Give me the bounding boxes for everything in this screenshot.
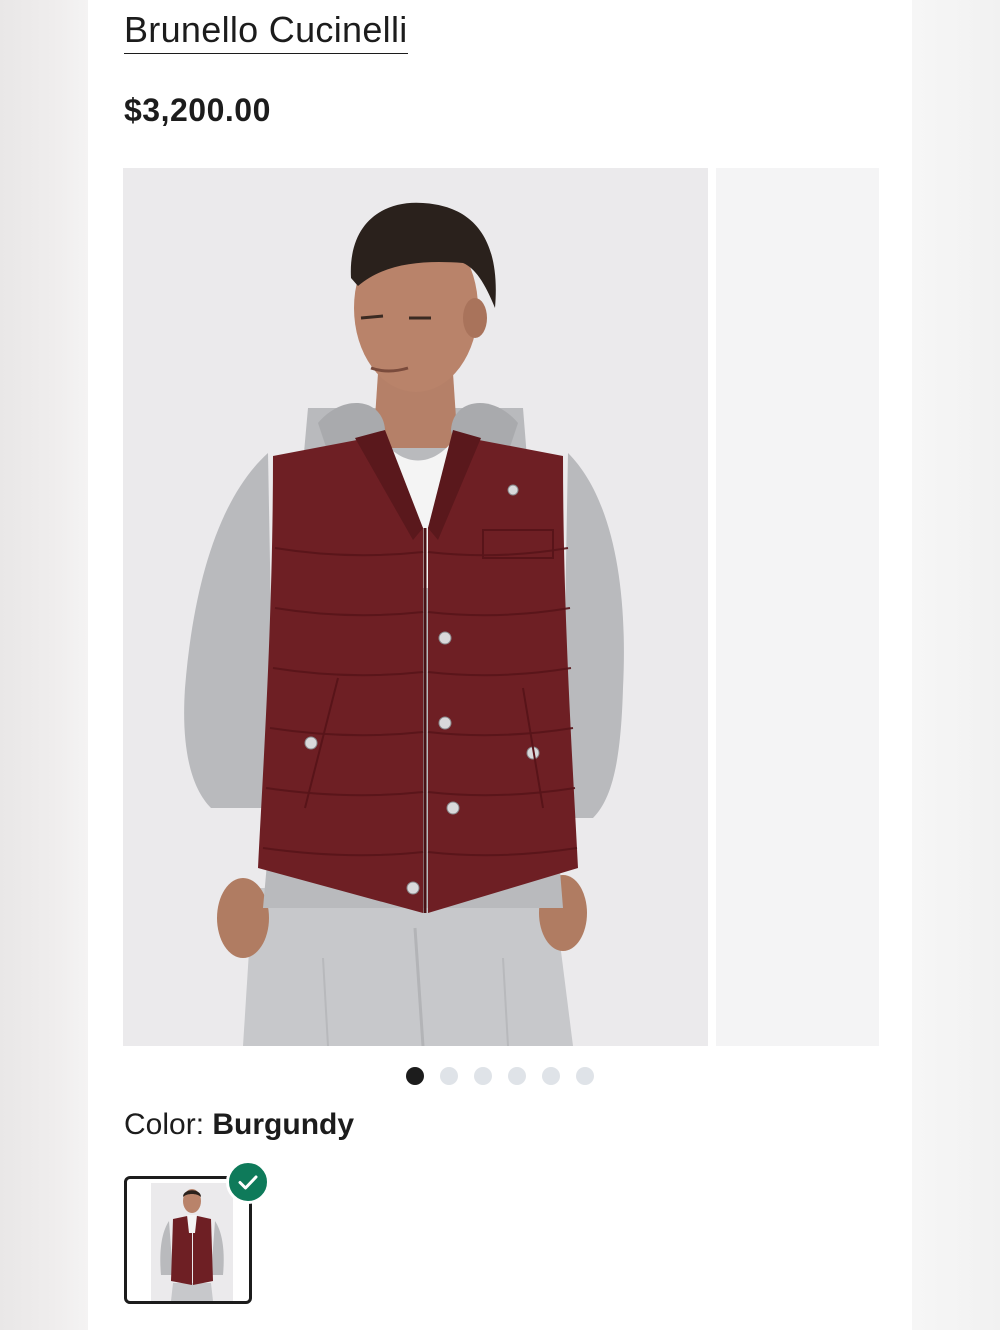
selected-check-icon — [226, 1160, 270, 1204]
carousel-dots — [406, 1067, 594, 1085]
brand-link[interactable]: Brunello Cucinelli — [124, 8, 408, 54]
right-backdrop — [912, 0, 1000, 1330]
next-image-preview[interactable] — [716, 168, 879, 1046]
product-page: Brunello Cucinelli $3,200.00 Color: Burg… — [88, 0, 912, 1330]
carousel-dot-6[interactable] — [576, 1067, 594, 1085]
color-value: Burgundy — [212, 1108, 355, 1141]
color-label: Color: — [124, 1108, 205, 1141]
swatch-thumbnail — [151, 1183, 233, 1301]
model-wearing-vest-illustration — [123, 168, 708, 1046]
product-image[interactable] — [123, 168, 708, 1046]
color-selection-label: Color: Burgundy — [124, 1104, 354, 1146]
product-price: $3,200.00 — [124, 92, 271, 128]
carousel-dot-1[interactable] — [406, 1067, 424, 1085]
carousel-dot-2[interactable] — [440, 1067, 458, 1085]
carousel-dot-4[interactable] — [508, 1067, 526, 1085]
image-gallery[interactable] — [123, 168, 879, 1046]
carousel-dot-5[interactable] — [542, 1067, 560, 1085]
carousel-dot-3[interactable] — [474, 1067, 492, 1085]
left-backdrop — [0, 0, 88, 1330]
